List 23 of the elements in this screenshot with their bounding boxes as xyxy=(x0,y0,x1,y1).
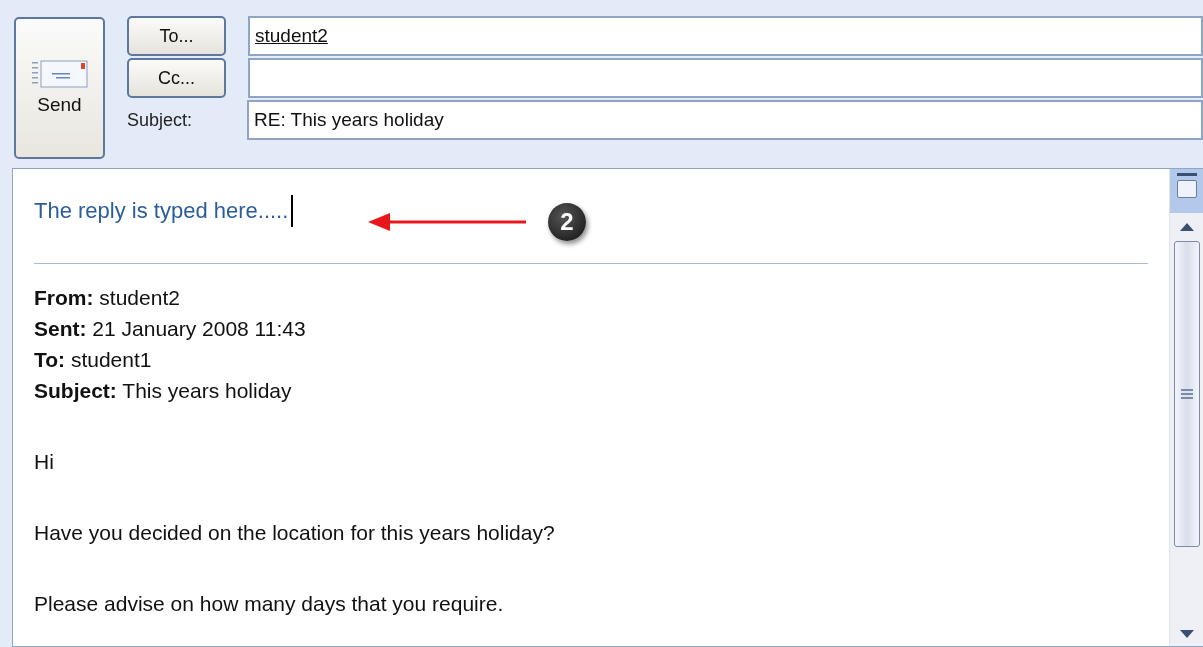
address-button[interactable]: To... xyxy=(127,16,226,56)
header-line: Subject: This years holiday xyxy=(34,378,293,404)
envelope-icon xyxy=(31,60,88,88)
subject-field[interactable]: RE: This years holiday xyxy=(247,100,1203,140)
header-line: To: student1 xyxy=(34,347,153,373)
message-paragraph: Please advise on how many days that you require. xyxy=(34,591,505,617)
text-cursor xyxy=(291,195,294,227)
message-paragraph: Hi xyxy=(34,449,55,475)
subject-label: Subject: xyxy=(127,109,194,131)
scrollbar[interactable] xyxy=(1169,169,1203,646)
reply-text: The reply is typed here..... xyxy=(34,198,289,224)
scroll-up-icon[interactable] xyxy=(1179,223,1194,231)
address-button[interactable]: Cc... xyxy=(127,58,226,98)
recipient-field[interactable] xyxy=(248,58,1203,98)
scroll-thumb[interactable] xyxy=(1173,241,1200,547)
recipient-name[interactable]: student2 xyxy=(255,25,328,47)
recipient-field[interactable]: student2 xyxy=(248,16,1203,56)
header-line: Sent: 21 January 2008 11:43 xyxy=(34,316,307,342)
message-paragraph: Have you decided on the location for this years holiday? xyxy=(34,520,556,546)
send-button[interactable]: Send xyxy=(14,17,105,159)
scroll-down-icon[interactable] xyxy=(1179,630,1194,638)
ruler-toggle-icon[interactable] xyxy=(1170,169,1203,213)
header-line: From: student2 xyxy=(34,285,181,311)
